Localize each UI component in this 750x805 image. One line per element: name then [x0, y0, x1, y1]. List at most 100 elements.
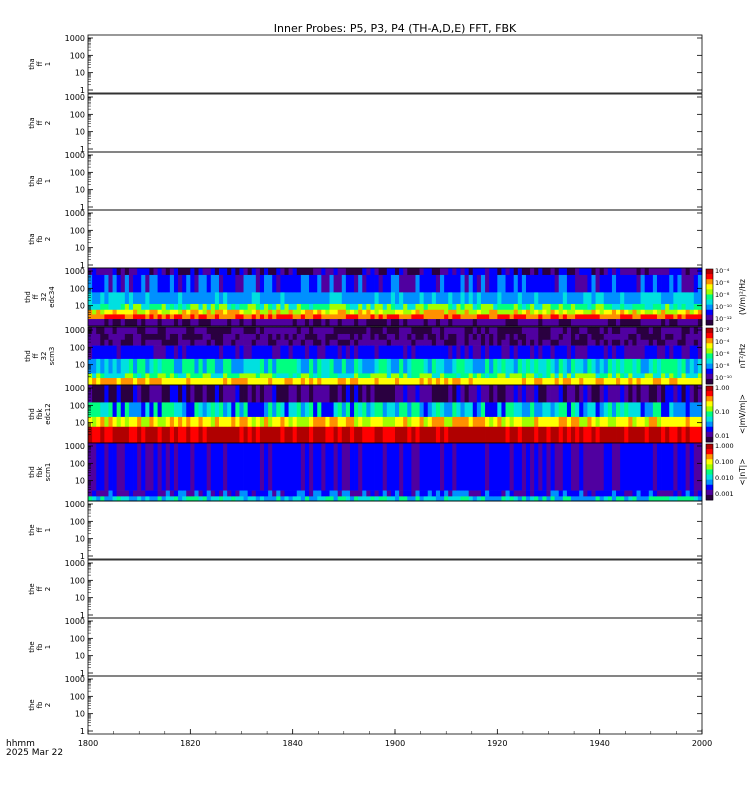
spectrogram-cell: [304, 385, 310, 403]
spectrogram-cell: [407, 416, 412, 428]
spectrogram-cell: [575, 292, 580, 305]
y-axis-label: 32: [40, 293, 48, 302]
spectrogram-cell: [149, 319, 154, 327]
spectrogram-cell: [210, 268, 216, 276]
spectrogram-cell: [292, 339, 298, 346]
spectrogram-cell: [198, 333, 204, 341]
spectrogram-cell: [521, 345, 527, 360]
spectrogram-cell: [607, 319, 613, 327]
spectrogram-cell: [632, 292, 637, 305]
spectrogram-cell: [178, 268, 183, 276]
spectrogram-cell: [530, 373, 535, 379]
spectrogram-cell: [636, 303, 641, 311]
spectrogram-cell: [628, 373, 633, 379]
spectrogram-cell: [157, 268, 163, 276]
spectrogram-cell: [485, 333, 490, 341]
spectrogram-cell: [100, 358, 105, 374]
spectrogram-cell: [599, 309, 605, 315]
spectrogram-cell: [546, 426, 551, 444]
spectrogram-cell: [92, 402, 97, 418]
spectrogram-cell: [403, 378, 408, 386]
spectrogram-cell: [521, 309, 527, 315]
spectrogram-cell: [693, 378, 699, 386]
y-axis-label: 1: [44, 645, 52, 649]
spectrogram-cell: [272, 333, 277, 341]
spectrogram-cell: [636, 314, 641, 320]
spectrogram-cell: [173, 358, 179, 374]
spectrogram-cell: [628, 327, 633, 335]
spectrogram-cell: [571, 314, 576, 320]
colorbar-segment: [706, 289, 713, 295]
spectrogram-cell: [423, 426, 429, 444]
spectrogram-cell: [108, 373, 113, 379]
spectrogram-cell: [153, 314, 158, 320]
spectrogram-cell: [640, 333, 646, 341]
spectrogram-cell: [362, 292, 367, 305]
spectrogram-cell: [378, 496, 384, 502]
spectrogram-cell: [354, 333, 359, 341]
spectrogram-cell: [264, 268, 269, 276]
spectrogram-cell: [620, 268, 625, 276]
spectrogram-cell: [440, 490, 445, 497]
spectrogram-cell: [198, 268, 204, 276]
spectrogram-cell: [149, 345, 154, 360]
spectrogram-cell: [104, 292, 109, 305]
spectrogram-cell: [272, 385, 277, 403]
spectrogram-cell: [611, 268, 617, 276]
spectrogram-cell: [292, 385, 298, 403]
spectrogram-cell: [464, 333, 470, 341]
spectrogram-cell: [673, 443, 678, 491]
spectrogram-cell: [472, 327, 478, 335]
spectrogram-cell: [562, 333, 568, 341]
spectrogram-cell: [292, 268, 298, 276]
spectrogram-cell: [227, 496, 232, 502]
spectrogram-cell: [525, 378, 531, 386]
spectrogram-cell: [431, 373, 437, 379]
spectrogram-cell: [591, 385, 596, 403]
spectrogram-cell: [325, 327, 330, 335]
spectrogram-cell: [378, 339, 384, 346]
spectrogram-cell: [403, 416, 408, 428]
spectrogram-cell: [546, 319, 551, 327]
spectrogram-cell: [341, 358, 347, 374]
spectrogram-cell: [259, 358, 265, 374]
spectrogram-cell: [321, 303, 326, 311]
spectrogram-cell: [656, 443, 662, 491]
spectrogram-cell: [149, 378, 154, 386]
spectrogram-cell: [280, 373, 285, 379]
spectrogram-cell: [669, 327, 674, 335]
spectrogram-cell: [509, 496, 515, 502]
spectrogram-cell: [673, 314, 678, 320]
spectrogram-cell: [464, 416, 470, 428]
spectrogram-cell: [571, 345, 576, 360]
spectrogram-cell: [325, 490, 330, 497]
spectrogram-cell: [485, 402, 490, 418]
spectrogram-cell: [337, 268, 343, 276]
spectrogram-cell: [304, 416, 310, 428]
panel-tha-ff-2: 1000100101tha ff 2: [28, 93, 703, 154]
spectrogram-cell: [182, 303, 187, 311]
spectrogram-cell: [566, 358, 572, 374]
spectrogram-cell: [616, 268, 621, 276]
spectrogram-cell: [341, 274, 347, 293]
spectrogram-cell: [673, 309, 678, 315]
spectrogram-cell: [239, 426, 244, 444]
spectrogram-cell: [235, 443, 240, 491]
spectrogram-cell: [255, 333, 261, 341]
spectrogram-cell: [395, 339, 400, 346]
spectrogram-cell: [435, 274, 441, 293]
spectrogram-cell: [624, 345, 629, 360]
spectrogram-cell: [542, 319, 547, 327]
spectrogram-cell: [202, 333, 208, 341]
spectrogram-cell: [169, 358, 175, 374]
spectrogram-cell: [227, 303, 232, 311]
spectrogram-cell: [644, 416, 650, 428]
spectrogram-cell: [620, 443, 625, 491]
spectrogram-cell: [407, 385, 412, 403]
spectrogram-cell: [566, 402, 572, 418]
spectrogram-cell: [124, 373, 130, 379]
spectrogram-cell: [395, 416, 400, 428]
spectrogram-cell: [157, 327, 163, 335]
spectrogram-cell: [656, 490, 662, 497]
spectrogram-cell: [464, 339, 470, 346]
